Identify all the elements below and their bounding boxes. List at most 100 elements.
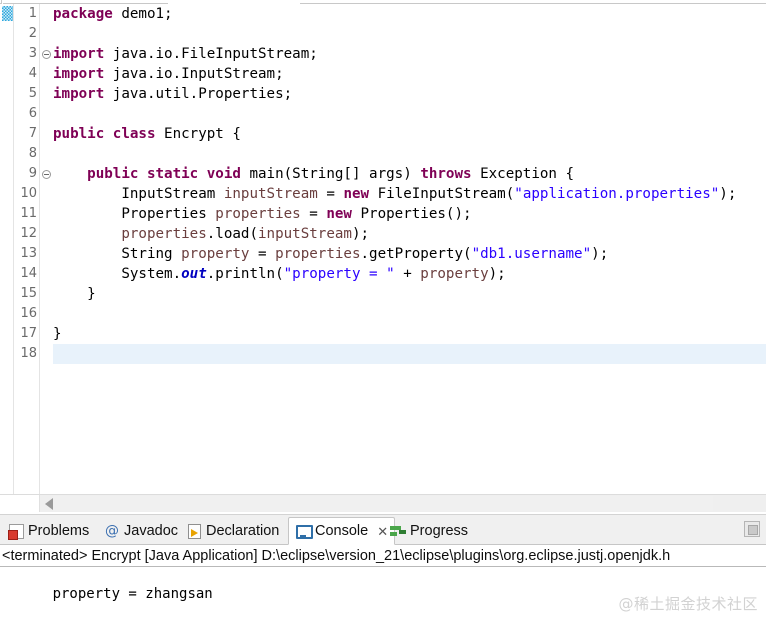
line-number: 17	[20, 326, 37, 341]
progress-icon	[390, 523, 406, 539]
line-number: 11	[20, 206, 37, 221]
scrollbar-thumb[interactable]	[53, 496, 713, 511]
code-line[interactable]	[53, 344, 766, 364]
code-line[interactable]: public class Encrypt {	[53, 124, 766, 144]
code-line[interactable]: package demo1;	[53, 4, 766, 24]
code-token: public	[87, 166, 139, 182]
tab-label: Progress	[410, 522, 469, 539]
code-token: new	[326, 206, 352, 222]
code-line[interactable]: }	[53, 284, 766, 304]
code-line[interactable]: import java.io.FileInputStream;	[53, 44, 766, 64]
watermark: @稀土掘金技术社区	[618, 595, 758, 613]
annotation-ruler[interactable]	[0, 4, 14, 494]
code-token: String	[53, 246, 182, 262]
tab-label: Problems	[28, 522, 90, 539]
code-line[interactable]	[53, 304, 766, 324]
code-token: inputStream	[223, 186, 318, 202]
tab-label: Console	[315, 523, 369, 539]
code-line[interactable]: properties.load(inputStream);	[53, 224, 766, 244]
line-number: 13	[20, 246, 37, 261]
line-number: 10	[20, 186, 37, 201]
code-token: .println(	[206, 266, 284, 282]
code-line[interactable]: String property = properties.getProperty…	[53, 244, 766, 264]
code-token: );	[351, 226, 370, 242]
code-token: .load(	[206, 226, 259, 242]
code-editor[interactable]: 1 2 3 4 5 6 7 8 9 10 11 12 13 14 15 16 17 18 package demo…	[0, 4, 766, 498]
javadoc-at-icon: @	[105, 522, 119, 539]
scroll-left-arrow-icon[interactable]	[45, 498, 53, 510]
code-token: "application.properties"	[514, 186, 720, 202]
code-token: new	[343, 186, 370, 202]
line-number: 1	[28, 6, 37, 21]
tab-declaration[interactable]: Declaration	[180, 517, 285, 544]
tab-problems[interactable]: Problems	[2, 517, 95, 544]
line-number: 18	[20, 346, 37, 361]
code-line[interactable]: }	[53, 324, 766, 344]
fold-collapse-icon[interactable]	[41, 164, 52, 184]
code-token: properties	[275, 246, 361, 262]
code-token: demo1;	[112, 6, 173, 22]
code-line[interactable]: System.out.println("property = " + prope…	[53, 264, 766, 284]
fold-collapse-icon[interactable]	[41, 44, 52, 64]
tab-console[interactable]: Console ✕	[288, 517, 396, 545]
code-token: import	[53, 86, 105, 102]
declaration-icon	[186, 523, 202, 539]
code-token: property	[181, 246, 250, 262]
code-token: void	[206, 166, 241, 182]
code-token: public	[53, 126, 105, 142]
code-token: out	[181, 266, 207, 282]
code-token: =	[317, 186, 344, 202]
code-token: main(String[] args)	[240, 166, 421, 182]
changed-lines-marker	[2, 6, 13, 21]
code-token: "property = "	[283, 266, 395, 282]
code-token: +	[394, 266, 421, 282]
code-line[interactable]: InputStream inputStream = new FileInputS…	[53, 184, 766, 204]
code-line[interactable]: public static void main(String[] args) t…	[53, 164, 766, 184]
line-number: 2	[28, 26, 37, 41]
code-token: Encrypt {	[155, 126, 241, 142]
code-token: java.util.Properties;	[104, 86, 293, 102]
line-number: 3	[28, 46, 37, 61]
source-code-area[interactable]: package demo1; import java.io.FileInputS…	[53, 4, 766, 494]
maximize-icon[interactable]	[744, 521, 760, 537]
tab-label: Declaration	[206, 522, 280, 539]
line-number: 16	[20, 306, 37, 321]
code-line[interactable]: Properties properties = new Properties()…	[53, 204, 766, 224]
code-token: Properties();	[351, 206, 472, 222]
code-line[interactable]	[53, 144, 766, 164]
tab-javadoc[interactable]: @ Javadoc	[98, 517, 184, 544]
code-token: Properties	[53, 206, 216, 222]
line-number: 5	[28, 86, 37, 101]
line-number: 9	[28, 166, 37, 181]
bottom-view-panel: Problems @ Javadoc Declaration Console ✕ Progr…	[0, 514, 766, 617]
line-number: 8	[28, 146, 37, 161]
line-number-ruler: 1 2 3 4 5 6 7 8 9 10 11 12 13 14 15 16 17 18	[14, 4, 40, 494]
line-number: 12	[20, 226, 37, 241]
code-line[interactable]	[53, 104, 766, 124]
view-tab-bar[interactable]: Problems @ Javadoc Declaration Console ✕ Progr…	[0, 515, 766, 545]
code-token: );	[719, 186, 737, 202]
code-token: static	[146, 166, 199, 182]
editor-horizontal-scrollbar[interactable]	[0, 494, 766, 512]
code-token: class	[112, 126, 156, 142]
folding-ruler[interactable]	[41, 4, 53, 494]
tab-progress[interactable]: Progress	[384, 517, 474, 544]
code-token: FileInputStream(	[369, 186, 515, 202]
console-icon	[295, 523, 313, 539]
line-number: 6	[28, 106, 37, 121]
code-line[interactable]: import java.io.InputStream;	[53, 64, 766, 84]
code-token: }	[53, 326, 62, 342]
problems-icon	[8, 523, 24, 540]
code-token: );	[488, 266, 506, 282]
code-line[interactable]	[53, 24, 766, 44]
code-token: inputStream	[258, 226, 352, 242]
line-number: 4	[28, 66, 37, 81]
code-token: properties	[121, 226, 207, 242]
code-line[interactable]: import java.util.Properties;	[53, 84, 766, 104]
line-number: 7	[28, 126, 37, 141]
code-token: import	[53, 46, 105, 62]
